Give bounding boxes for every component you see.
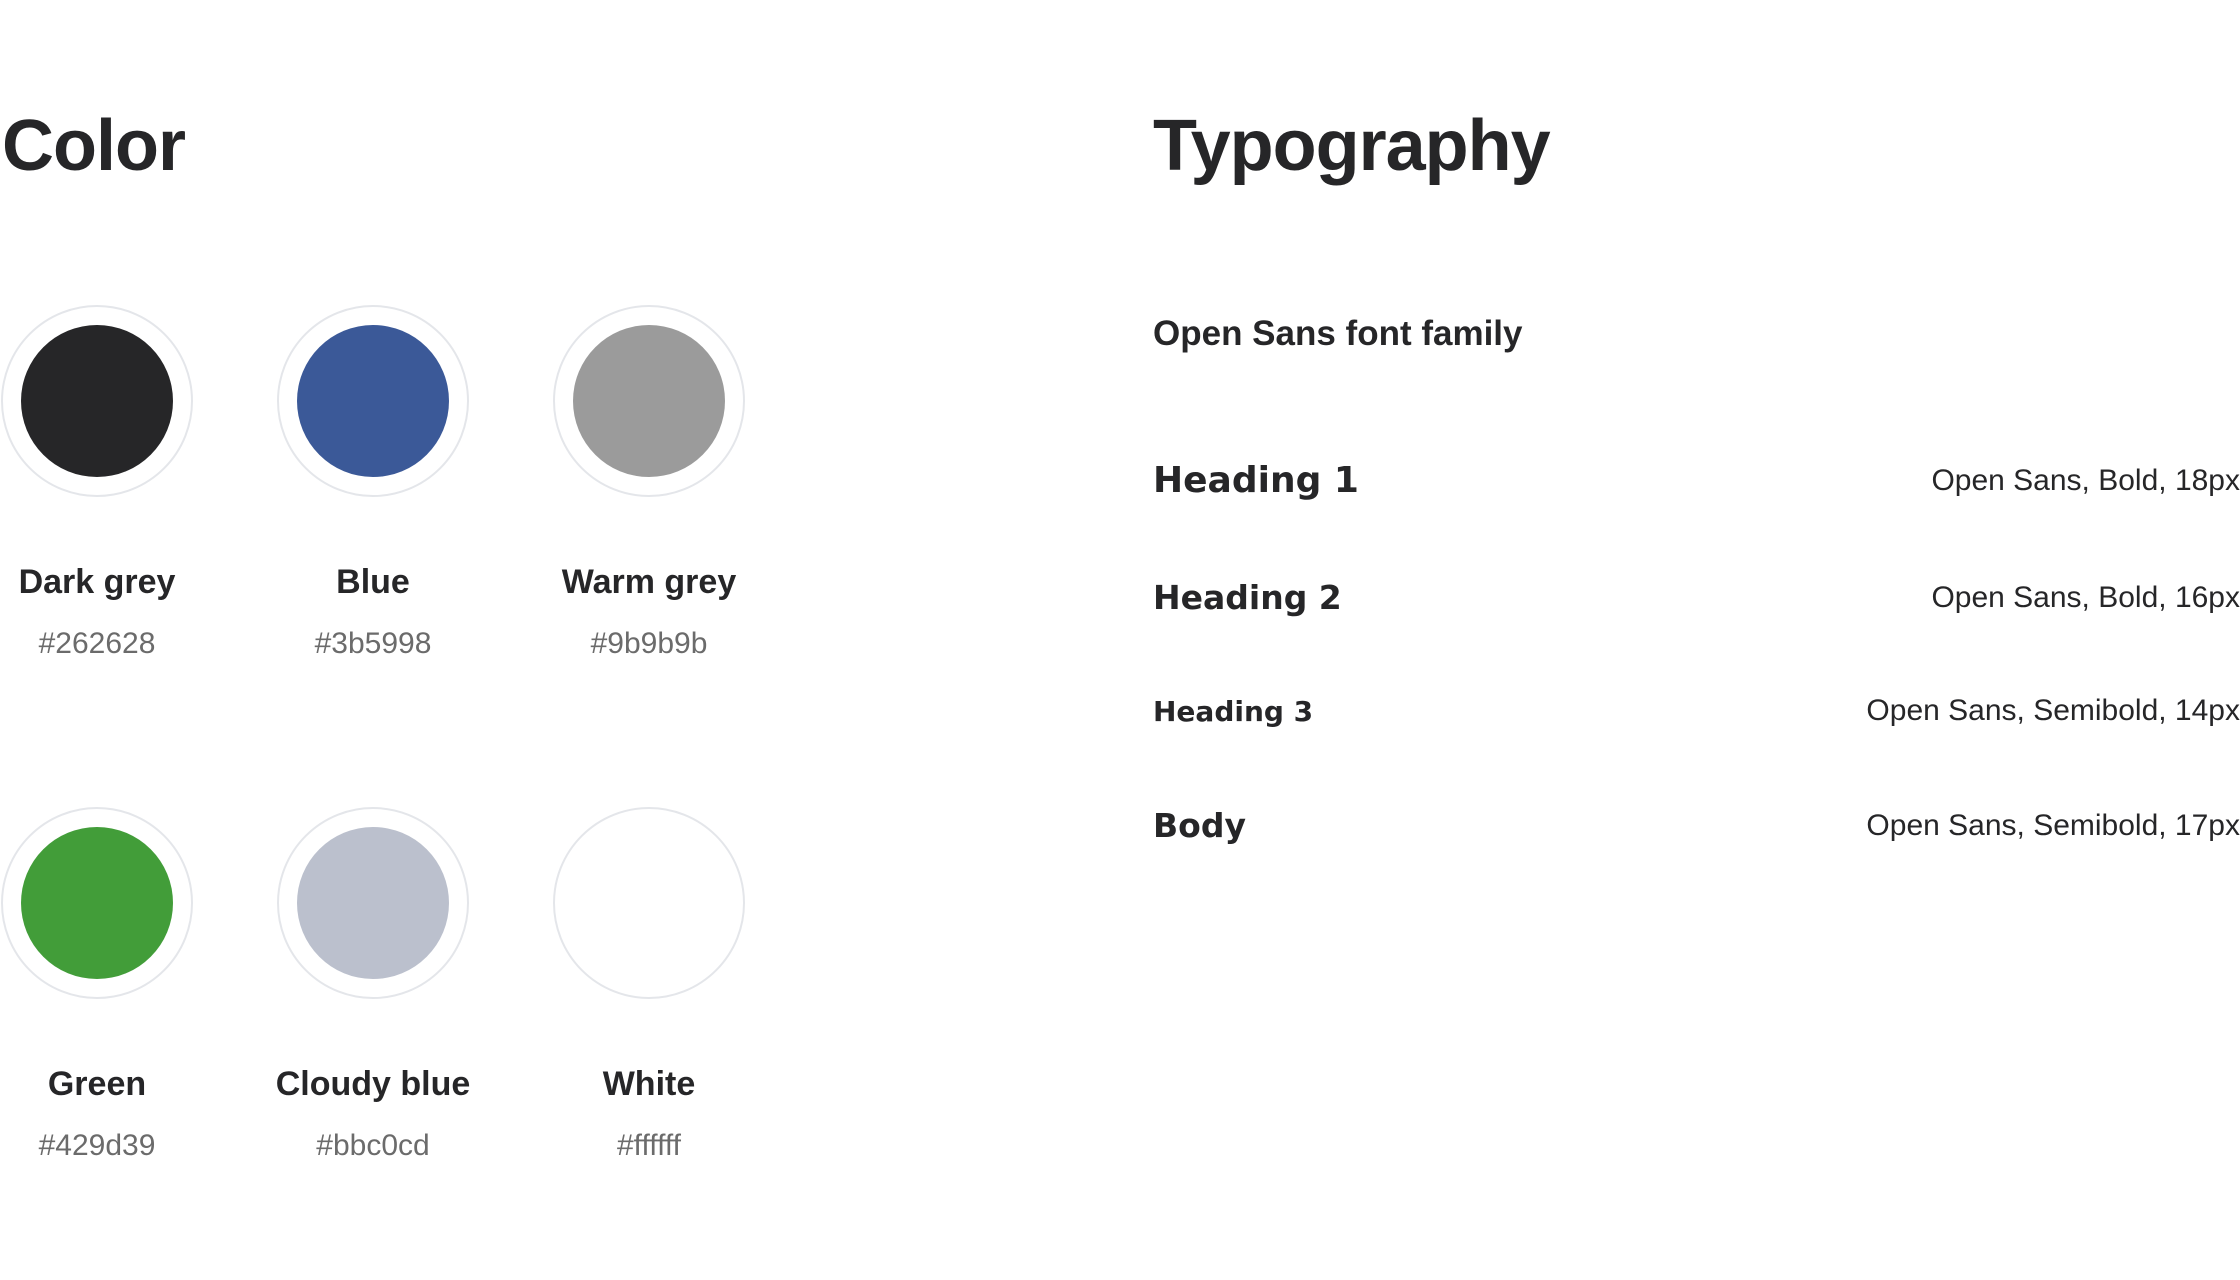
swatch-green: Green #429d39 xyxy=(0,807,235,1161)
swatch-cloudy-blue: Cloudy blue #bbc0cd xyxy=(235,807,511,1161)
swatch-dark-grey: Dark grey #262628 xyxy=(0,305,235,659)
swatch-hex: #3b5998 xyxy=(314,627,432,660)
type-row-heading-1: Heading 1 Open Sans, Bold, 18px xyxy=(1153,460,2240,501)
type-sample: Heading 1 xyxy=(1153,460,1359,501)
color-title: Color xyxy=(2,106,186,186)
swatch-hex: #429d39 xyxy=(38,1129,156,1162)
swatch-blue: Blue #3b5998 xyxy=(235,305,511,659)
color-dot xyxy=(21,325,173,477)
swatch-name: Green xyxy=(47,1065,147,1103)
swatch-hex: #9b9b9b xyxy=(590,627,708,660)
swatch-name: Warm grey xyxy=(561,563,737,601)
type-spec: Open Sans, Semibold, 14px xyxy=(1866,694,2240,727)
type-spec: Open Sans, Semibold, 17px xyxy=(1866,808,2240,842)
swatch-name: White xyxy=(602,1065,696,1103)
type-row-heading-3: Heading 3 Open Sans, Semibold, 14px xyxy=(1153,694,2240,728)
swatch-white: White #ffffff xyxy=(511,807,787,1161)
swatch-name: Blue xyxy=(336,563,410,601)
swatch-hex: #bbc0cd xyxy=(316,1129,430,1162)
color-dot xyxy=(573,827,725,979)
color-dot xyxy=(297,827,449,979)
color-dot xyxy=(573,325,725,477)
swatch-name: Cloudy blue xyxy=(275,1065,471,1103)
type-row-heading-2: Heading 2 Open Sans, Bold, 16px xyxy=(1153,578,2240,617)
font-family-label: Open Sans font family xyxy=(1153,314,1523,353)
color-dot xyxy=(297,325,449,477)
swatch-ring xyxy=(553,305,745,497)
type-sample: Heading 3 xyxy=(1153,694,1314,728)
type-sample: Body xyxy=(1153,806,1246,845)
type-row-body: Body Open Sans, Semibold, 17px xyxy=(1153,806,2240,845)
swatch-ring xyxy=(553,807,745,999)
type-spec: Open Sans, Bold, 18px xyxy=(1931,463,2240,497)
type-spec: Open Sans, Bold, 16px xyxy=(1931,580,2240,614)
color-dot xyxy=(21,827,173,979)
swatch-ring xyxy=(1,305,193,497)
swatch-ring xyxy=(277,807,469,999)
swatch-name: Dark grey xyxy=(18,563,176,601)
swatch-warm-grey: Warm grey #9b9b9b xyxy=(511,305,787,659)
swatch-ring xyxy=(1,807,193,999)
swatch-hex: #ffffff xyxy=(617,1129,681,1162)
typography-title: Typography xyxy=(1153,106,1551,186)
type-sample: Heading 2 xyxy=(1153,578,1342,617)
swatch-ring xyxy=(277,305,469,497)
swatch-hex: #262628 xyxy=(38,627,156,660)
